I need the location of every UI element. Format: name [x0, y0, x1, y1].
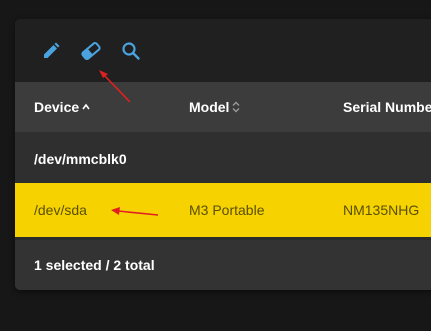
model-cell: M3 Portable [189, 202, 265, 218]
device-cell: /dev/mmcblk0 [34, 151, 127, 167]
device-cell: /dev/sda [34, 202, 87, 218]
column-header-model[interactable]: Model [189, 82, 240, 132]
serial-cell: NM135NHG [343, 202, 420, 218]
column-header-serial[interactable]: Serial Numbe [343, 82, 431, 132]
eraser-icon [81, 41, 101, 61]
selection-count: 1 selected / 2 total [34, 257, 155, 273]
clear-button[interactable] [80, 40, 102, 62]
table-row[interactable]: /dev/mmcblk0 [15, 132, 431, 186]
table-footer: 1 selected / 2 total [15, 240, 431, 290]
edit-button[interactable] [40, 40, 62, 62]
column-header-label: Serial Numbe [343, 99, 431, 115]
sort-unsorted-icon [232, 101, 240, 113]
sort-ascending-icon [82, 103, 90, 111]
table-header: Device Model Serial Numbe [15, 82, 431, 132]
search-button[interactable] [120, 40, 142, 62]
toolbar [15, 19, 431, 82]
column-header-device[interactable]: Device [34, 82, 90, 132]
table-row-selected[interactable]: /dev/sda M3 Portable NM135NHG [15, 183, 431, 237]
device-table-panel: Device Model Serial Numbe /dev/mmcblk0 /… [15, 19, 431, 290]
column-header-label: Device [34, 99, 80, 115]
pencil-icon [44, 42, 60, 58]
search-icon [122, 42, 140, 60]
column-header-label: Model [189, 99, 230, 115]
